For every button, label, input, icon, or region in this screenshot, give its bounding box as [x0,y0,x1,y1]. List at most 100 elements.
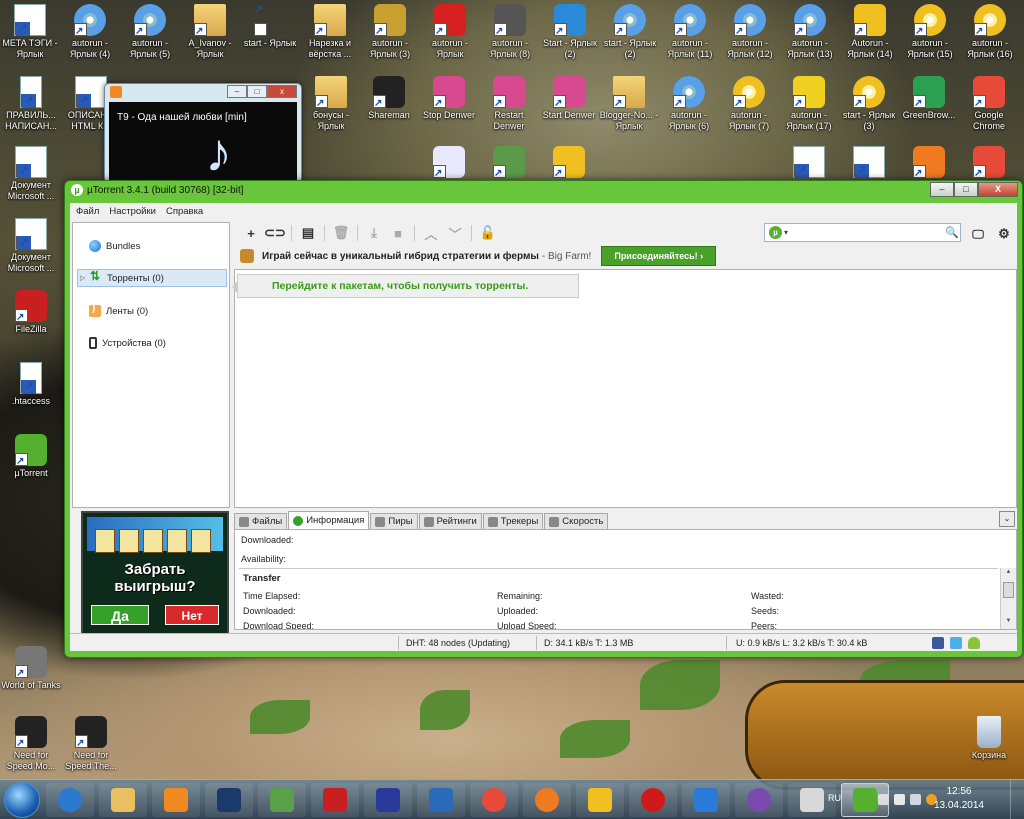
media-minimize-button[interactable]: – [227,85,247,98]
desktop-icon[interactable]: autorun - Ярлык (3) [359,4,421,60]
chevron-down-icon[interactable]: ▾ [784,228,788,237]
desktop-icon[interactable]: autorun - Ярлык (16) [959,4,1021,60]
desktop-icon[interactable]: META ТЭГИ - Ярлык [0,4,61,60]
media-player-body[interactable]: T9 - Ода нашей любви [min] ♪ [109,102,297,180]
desktop-icon[interactable]: Google Chrome [958,76,1020,132]
desktop-icon[interactable]: бонусы - Ярлык [300,76,362,132]
minimize-button[interactable]: – [930,182,954,197]
scroll-up-icon[interactable]: ▲ [1001,569,1016,579]
desktop-icon[interactable]: Нарезка и вёрстка ... [299,4,361,60]
tray-flag-icon[interactable] [878,794,889,805]
move-down-icon[interactable]: ﹀ [444,223,466,243]
sidebar-item-devices[interactable]: Устройства (0) [77,334,227,352]
tab-info[interactable]: Информация [288,511,370,529]
android-icon[interactable] [968,637,980,649]
taskbar-app-opera[interactable] [629,783,677,817]
menu-help[interactable]: Справка [166,206,203,217]
search-icon[interactable]: 🔍 [944,226,960,239]
clock[interactable]: 12:56 13.04.2014 [934,785,984,813]
desktop-icon[interactable]: autorun - Ярлык (17) [778,76,840,132]
search-box[interactable]: µ ▾ 🔍 [764,223,961,242]
move-up-icon[interactable]: ︿ [420,223,442,243]
unlock-icon[interactable]: 🔓 [477,223,499,243]
desktop-icon[interactable]: ПРАВИЛЬ... НАПИСАН... [0,76,62,132]
search-provider-icon[interactable]: µ [769,226,782,239]
utorrent-window[interactable]: µ µTorrent 3.4.1 (build 30768) [32-bit] … [64,180,1023,658]
desktop-icon[interactable]: Stop Denwer [418,76,480,121]
desktop-icon[interactable]: autorun - Ярлык (4) [59,4,121,60]
desktop-icon[interactable]: A_Ivanov - Ярлык [179,4,241,60]
desktop-icon[interactable]: FileZilla [0,290,62,335]
ad-yes-button[interactable]: Да [91,605,149,625]
media-player-window[interactable]: – □ x T9 - Ода нашей любви [min] ♪ [104,83,302,183]
search-input[interactable] [792,225,944,240]
media-maximize-button[interactable]: □ [247,85,267,98]
collapse-panel-button[interactable]: ⌄ [999,511,1015,527]
desktop-icon[interactable]: autorun - Ярлык (15) [899,4,961,60]
menu-settings[interactable]: Настройки [109,206,156,217]
desktop-icon[interactable]: autorun - Ярлык [419,4,481,60]
facebook-icon[interactable] [932,637,944,649]
stop-icon[interactable]: ■ [387,223,409,243]
create-torrent-icon[interactable]: ▤ [297,223,319,243]
desktop-icon[interactable]: start - Ярлык (3) [838,76,900,132]
taskbar-app-notepad-chart[interactable] [258,783,306,817]
scrollbar-thumb[interactable] [1003,582,1014,598]
taskbar-app-explorer-folder[interactable] [99,783,147,817]
tab-ratings[interactable]: Рейтинги [418,513,482,529]
sidebar-item-bundles[interactable]: Bundles [77,237,227,255]
desktop-icon[interactable]: Start - Ярлык (2) [539,4,601,60]
desktop-icon[interactable]: autorun - Ярлык (6) [658,76,720,132]
maximize-button[interactable]: □ [954,182,978,197]
desktop-icon[interactable] [538,146,600,180]
sidebar-item-feeds[interactable]: Ленты (0) [77,302,227,320]
scroll-down-icon[interactable]: ▼ [1001,618,1016,628]
taskbar-app-filezilla[interactable] [311,783,359,817]
language-indicator[interactable]: RU [828,793,841,803]
tray-volume-icon[interactable] [894,794,905,805]
tab-peers[interactable]: Пиры [370,513,418,529]
info-scrollbar[interactable]: ▲ ▼ [1000,568,1016,629]
desktop-icon[interactable]: start - Ярлык (2) [599,4,661,60]
taskbar-app-tor[interactable] [735,783,783,817]
media-close-button[interactable]: x [267,85,297,98]
ad-banner[interactable]: Забрать выигрыш? Да Нет [81,511,229,635]
delete-icon[interactable]: 🗑 [330,223,352,243]
taskbar-app-chrome[interactable] [470,783,518,817]
desktop-icon[interactable]: .htaccess [0,362,62,407]
desktop-icon[interactable]: autorun - Ярлык (12) [719,4,781,60]
taskbar-app-ie[interactable] [46,783,94,817]
bundles-hint[interactable]: Перейдите к пакетам, чтобы получить торр… [232,274,579,298]
promo-join-button[interactable]: Присоединяйтесь! › [601,246,717,266]
desktop-icon[interactable] [778,146,840,180]
desktop-icon[interactable]: Start Denwer [538,76,600,121]
desktop-icon[interactable]: Документ Microsoft ... [0,218,62,274]
desktop-icon[interactable] [898,146,960,180]
tab-files[interactable]: Файлы [234,513,288,529]
desktop-icon[interactable]: µTorrent [0,434,62,479]
desktop-icon[interactable]: autorun - Ярлык (13) [779,4,841,60]
desktop-icon[interactable]: Need for Speed The... [60,716,122,772]
desktop-icon[interactable] [418,146,480,180]
utorrent-titlebar[interactable]: µ µTorrent 3.4.1 (build 30768) [32-bit] [65,181,1022,199]
taskbar-app-maxthon[interactable] [682,783,730,817]
desktop-icon[interactable]: Blogger-No... - Ярлык [598,76,660,132]
taskbar-app-firefox[interactable] [523,783,571,817]
expand-arrow-icon[interactable]: ▷ [80,274,85,282]
desktop-icon[interactable]: World of Tanks [0,646,62,691]
download-icon[interactable]: ⤓ [363,223,385,243]
show-desktop-button[interactable] [1010,780,1024,819]
media-player-titlebar[interactable]: – □ x [105,84,301,100]
desktop-icon[interactable]: GreenBrow... [898,76,960,121]
desktop-icon[interactable]: autorun - Ярлык (8) [479,4,541,60]
torrent-list-pane[interactable]: Перейдите к пакетам, чтобы получить торр… [232,269,1017,508]
desktop-icon[interactable] [478,146,540,180]
desktop-icon[interactable]: autorun - Ярлык (5) [119,4,181,60]
desktop-icon[interactable] [958,146,1020,180]
ad-no-button[interactable]: Нет [165,605,219,625]
start-button-icon[interactable] [4,782,40,818]
taskbar-app-yandex[interactable] [576,783,624,817]
tab-speed[interactable]: Скорость [544,513,609,529]
taskbar-app-media-player[interactable] [152,783,200,817]
desktop-icon[interactable]: start - Ярлык [239,4,301,49]
